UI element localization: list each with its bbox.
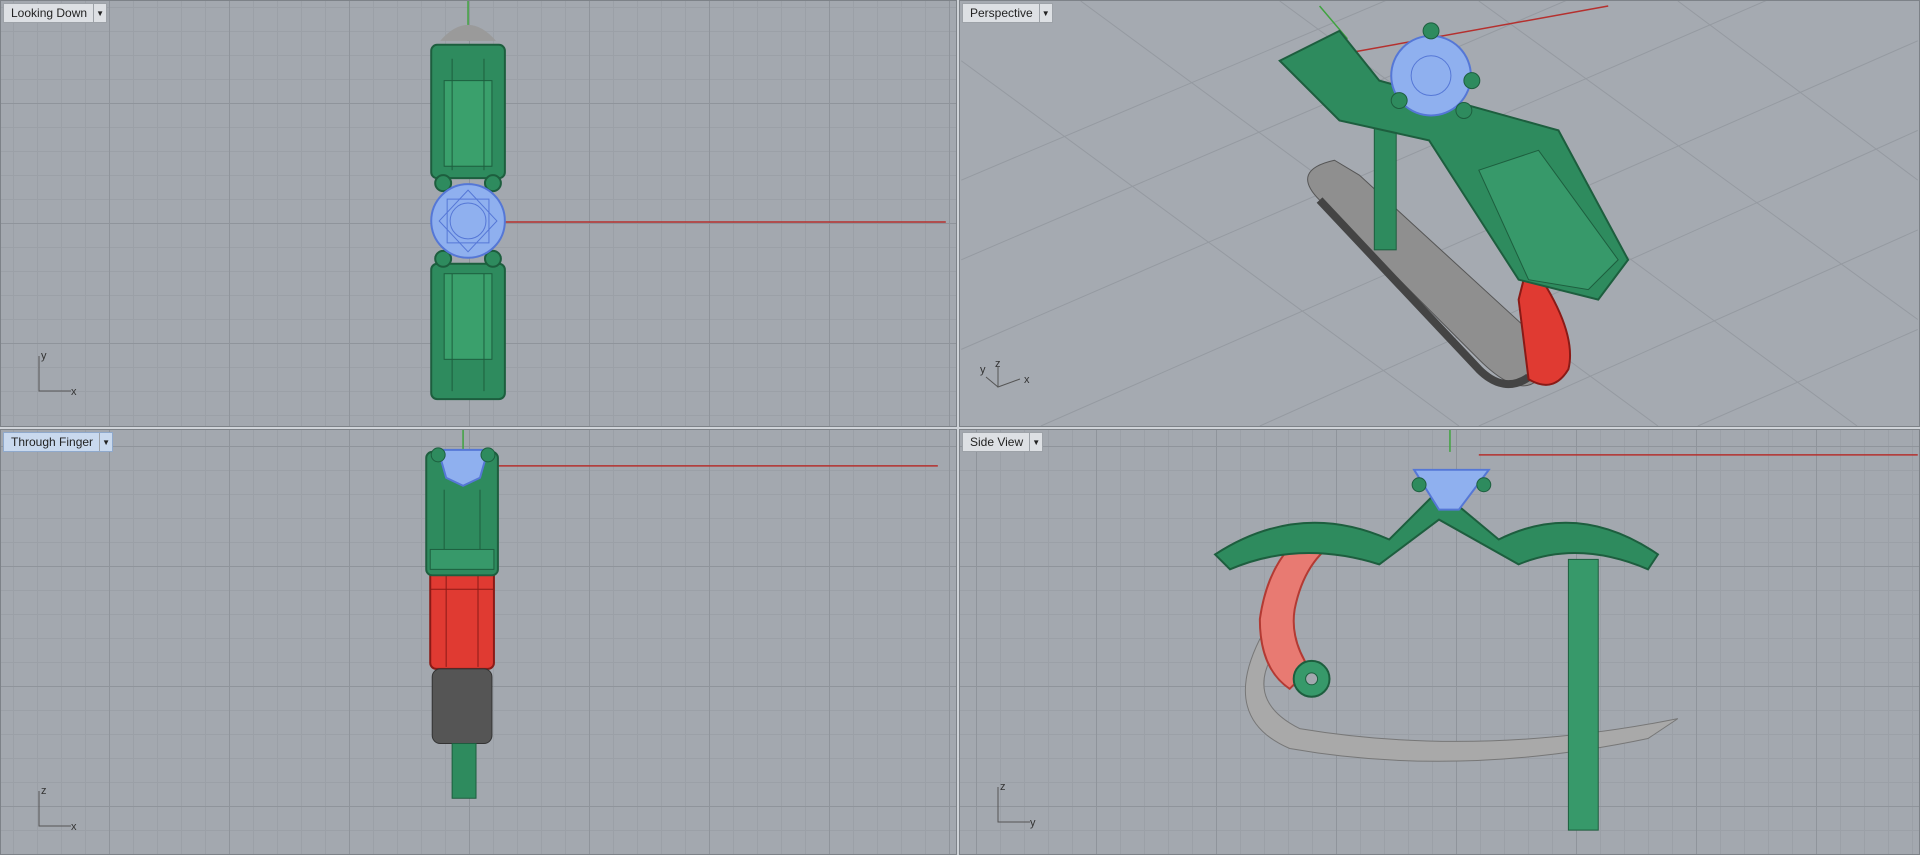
axis-indicator: x y xyxy=(31,350,91,401)
axis-label-z: z xyxy=(1000,781,1006,793)
viewport-title: Side View xyxy=(970,435,1024,449)
axis-label-x: x xyxy=(1024,374,1030,386)
viewport-title-tab[interactable]: Looking Down ▼ xyxy=(3,3,108,23)
shank-back xyxy=(440,24,496,41)
axis-label-y: y xyxy=(41,350,47,362)
shank-lower xyxy=(431,668,493,745)
viewport-title: Perspective xyxy=(970,6,1033,20)
axis-label-x: x xyxy=(71,386,77,398)
viewport-scene[interactable] xyxy=(960,430,1919,854)
triangle-down-icon[interactable]: ▼ xyxy=(1038,4,1052,22)
axis-label-x: x xyxy=(71,821,77,833)
axis-indicator: x y z xyxy=(980,358,1040,409)
viewport-title-tab[interactable]: Side View ▼ xyxy=(962,432,1044,452)
viewport-side-view[interactable]: Side View ▼ y z xyxy=(959,429,1920,855)
triangle-down-icon[interactable]: ▼ xyxy=(1029,433,1042,451)
prong xyxy=(1390,92,1408,109)
viewport-scene[interactable] xyxy=(960,1,1919,426)
viewport-perspective[interactable]: Perspective ▼ x y z xyxy=(959,0,1920,427)
prong xyxy=(1422,22,1440,40)
viewport-title-tab[interactable]: Through Finger ▼ xyxy=(3,432,114,452)
prong xyxy=(1463,72,1481,90)
axis-label-z: z xyxy=(41,785,47,797)
triangle-down-icon[interactable]: ▼ xyxy=(93,4,106,22)
triangle-down-icon[interactable]: ▼ xyxy=(99,433,112,451)
axis-indicator: x z xyxy=(31,785,91,836)
viewport-title: Through Finger xyxy=(11,435,94,449)
viewport-scene[interactable] xyxy=(1,430,956,854)
viewport-through-finger[interactable]: Through Finger ▼ x z xyxy=(0,429,957,855)
gallery-post xyxy=(1567,558,1599,831)
ring-head-upper-inner xyxy=(443,80,493,167)
axis-label-y: y xyxy=(1030,817,1036,829)
x-axis-line xyxy=(1349,5,1609,54)
axis-indicator: y z xyxy=(990,781,1050,832)
viewport-looking-down[interactable]: Looking Down ▼ x y xyxy=(0,0,957,427)
shank xyxy=(1244,638,1679,762)
axis-label-z: z xyxy=(995,358,1001,370)
gallery-post xyxy=(451,743,477,799)
axis-label-y: y xyxy=(980,364,986,376)
viewport-title: Looking Down xyxy=(11,6,88,20)
prong xyxy=(1455,102,1473,119)
viewport-title-tab[interactable]: Perspective ▼ xyxy=(962,3,1053,23)
viewport-scene[interactable] xyxy=(1,1,956,426)
gemstone xyxy=(430,183,506,259)
